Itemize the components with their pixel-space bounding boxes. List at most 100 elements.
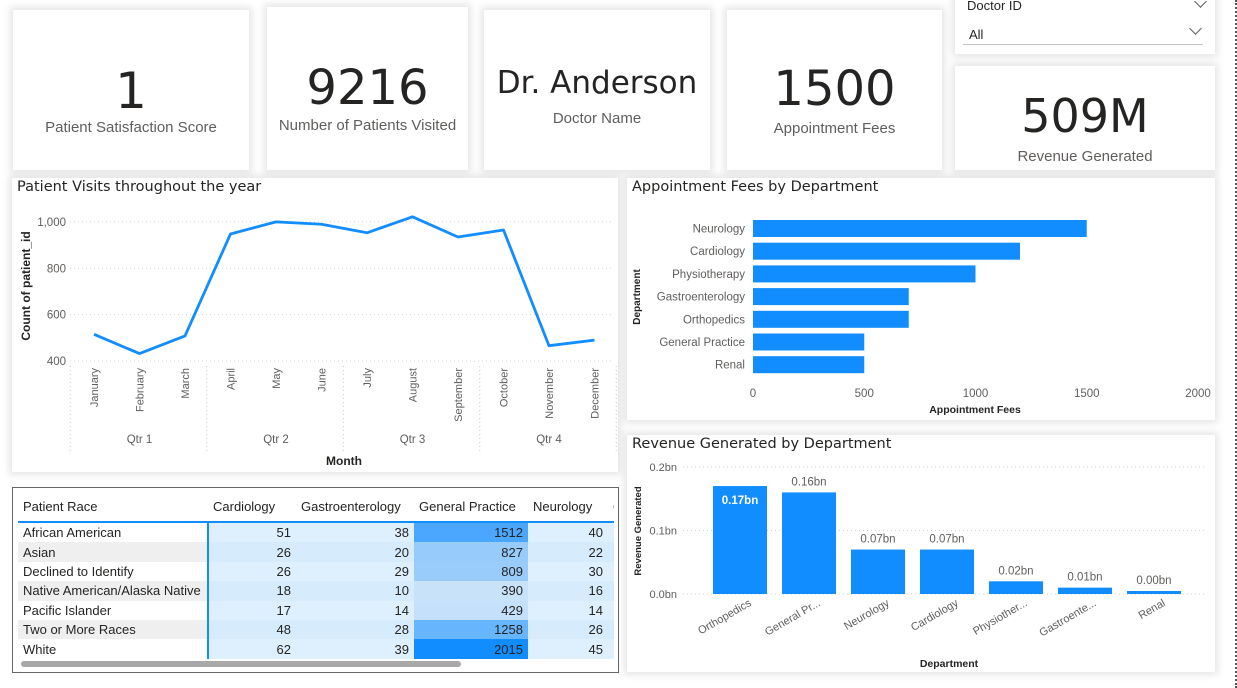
x-axis-label: Month	[326, 454, 362, 468]
y-tick-label: Physiotherapy	[672, 269, 745, 281]
bar-cardiology	[753, 242, 1020, 260]
y-tick-label: 0.1bn	[649, 526, 677, 538]
table-cell: 1512	[414, 520, 528, 543]
column-header[interactable]: Orthopec	[608, 491, 614, 522]
table-cell	[608, 520, 614, 543]
data-label: 0.16bn	[791, 476, 826, 488]
chevron-down-icon[interactable]	[1194, 0, 1207, 8]
column-bar	[851, 549, 905, 594]
table-cell: 17	[208, 600, 296, 620]
slicer-label: Doctor ID	[967, 0, 1022, 13]
table-cell	[608, 619, 614, 640]
x-axis-label: Appointment Fees	[929, 404, 1021, 416]
table-cell: 10	[296, 581, 414, 601]
table-cell: 40	[528, 520, 608, 543]
x-tick-label: November	[544, 368, 556, 419]
data-label: 0.07bn	[860, 534, 895, 546]
y-axis-label: Count of patient_id	[19, 231, 33, 340]
y-tick-label: Renal	[715, 360, 745, 372]
row-label: Native American/Alaska Native	[18, 581, 209, 601]
row-label: Declined to Identify	[18, 561, 209, 582]
table-row: Asian 26 20 827 22	[18, 542, 614, 562]
kpi-label: Revenue Generated	[1017, 148, 1153, 165]
table-cell	[608, 639, 614, 659]
y-tick-label: 400	[47, 356, 66, 368]
column-header[interactable]: Cardiology	[208, 491, 296, 522]
revenue-by-department-chart[interactable]: Revenue Generated by Department 0.0bn 0.1…	[627, 435, 1215, 672]
kpi-value: 509M	[1021, 89, 1149, 143]
table-cell: 14	[296, 600, 414, 620]
x-tick-label: 1000	[963, 388, 989, 400]
kpi-card-doctor[interactable]: Dr. Anderson Doctor Name	[484, 10, 710, 170]
line-chart-svg: 400 600 800 1,000 Count of patient_id January…	[19, 215, 617, 468]
table-row: Pacific Islander 17 14 429 14	[18, 600, 614, 620]
x-tick-label: April	[226, 368, 238, 390]
table-cell: 48	[208, 619, 296, 640]
table-cell: 429	[414, 600, 528, 620]
column-bar	[782, 492, 836, 594]
chevron-down-icon[interactable]	[1189, 22, 1202, 35]
y-tick-label: Neurology	[693, 224, 746, 236]
y-axis-label: Revenue Generated	[633, 486, 644, 575]
patient-race-matrix[interactable]: Patient Race Cardiology Gastroenterology Ge…	[12, 487, 619, 673]
table-row: White 62 39 2015 45	[18, 639, 614, 659]
slicer-dropdown[interactable]: All	[963, 20, 1203, 45]
kpi-card-satisfaction[interactable]: 1 Patient Satisfaction Score	[13, 10, 249, 170]
table-row: Declined to Identify 26 29 809 30	[18, 561, 614, 582]
data-label: 0.07bn	[929, 534, 964, 546]
table-cell: 14	[528, 600, 608, 620]
column-bar	[989, 581, 1043, 594]
x-tick-label: 2000	[1185, 388, 1211, 400]
column-header[interactable]: Gastroenterology	[296, 491, 414, 522]
x-axis-label: Department	[920, 658, 979, 670]
bar-general-practice	[753, 333, 865, 351]
bar-gastroenterology	[753, 288, 909, 306]
x-tick-label: July	[362, 368, 374, 388]
x-tick-label: September	[453, 368, 465, 422]
bar-physiotherapy	[753, 265, 976, 283]
x-tick-label: Renal	[1137, 597, 1168, 622]
table-cell: 390	[414, 581, 528, 601]
kpi-card-fees[interactable]: 1500 Appointment Fees	[727, 10, 942, 170]
x-tick-label: March	[180, 368, 192, 399]
column-header[interactable]: Neurology	[528, 491, 608, 522]
column-chart-svg: 0.0bn 0.1bn 0.2bn Revenue Generated 0.17bn Or…	[633, 462, 1207, 670]
horizontal-scrollbar[interactable]	[21, 661, 461, 667]
x-tick-label: October	[499, 368, 511, 407]
table-row: Native American/Alaska Native 18 10 390 16	[18, 581, 614, 601]
kpi-card-patients[interactable]: 9216 Number of Patients Visited	[267, 7, 468, 170]
row-label: Pacific Islander	[18, 600, 209, 620]
table-cell: 2015	[414, 639, 528, 659]
data-label: 0.17bn	[722, 495, 758, 507]
appointment-fees-chart[interactable]: Appointment Fees by Department Neurology…	[627, 178, 1215, 420]
x-tick-label: 500	[855, 388, 874, 400]
y-tick-label: General Practice	[659, 337, 745, 349]
table-cell: 38	[296, 520, 414, 543]
column-header[interactable]: General Practice	[414, 491, 528, 522]
y-tick-label: 600	[47, 310, 66, 322]
quarter-label: Qtr 4	[536, 434, 562, 446]
table-cell: 62	[208, 639, 296, 659]
x-tick-label: Cardiology	[909, 597, 961, 634]
doctor-id-slicer[interactable]: Doctor ID All	[955, 0, 1215, 54]
slicer-value: All	[969, 27, 984, 42]
column-bar	[1058, 587, 1112, 594]
row-label: Two or More Races	[18, 619, 209, 640]
x-tick-label: December	[590, 368, 602, 419]
x-tick-label: 1500	[1074, 388, 1100, 400]
x-tick-label: 0	[750, 388, 756, 400]
row-label: White	[18, 639, 209, 659]
table-cell: 26	[208, 542, 296, 562]
x-tick-label: Gastroente...	[1037, 597, 1098, 639]
table-row: Two or More Races 48 28 1258 26	[18, 619, 614, 640]
kpi-card-revenue[interactable]: 509M Revenue Generated	[955, 66, 1215, 170]
table-cell: 20	[296, 542, 414, 562]
patient-visits-chart[interactable]: Patient Visits throughout the year 400 60…	[12, 178, 618, 472]
matrix-table: Patient Race Cardiology Gastroenterology Ge…	[18, 491, 614, 659]
table-cell: 16	[528, 581, 608, 601]
x-tick-label: January	[89, 368, 101, 408]
table-cell: 30	[528, 561, 608, 582]
x-tick-label: June	[317, 368, 329, 392]
table-cell: 45	[528, 639, 608, 659]
column-header[interactable]: Patient Race	[18, 491, 208, 522]
